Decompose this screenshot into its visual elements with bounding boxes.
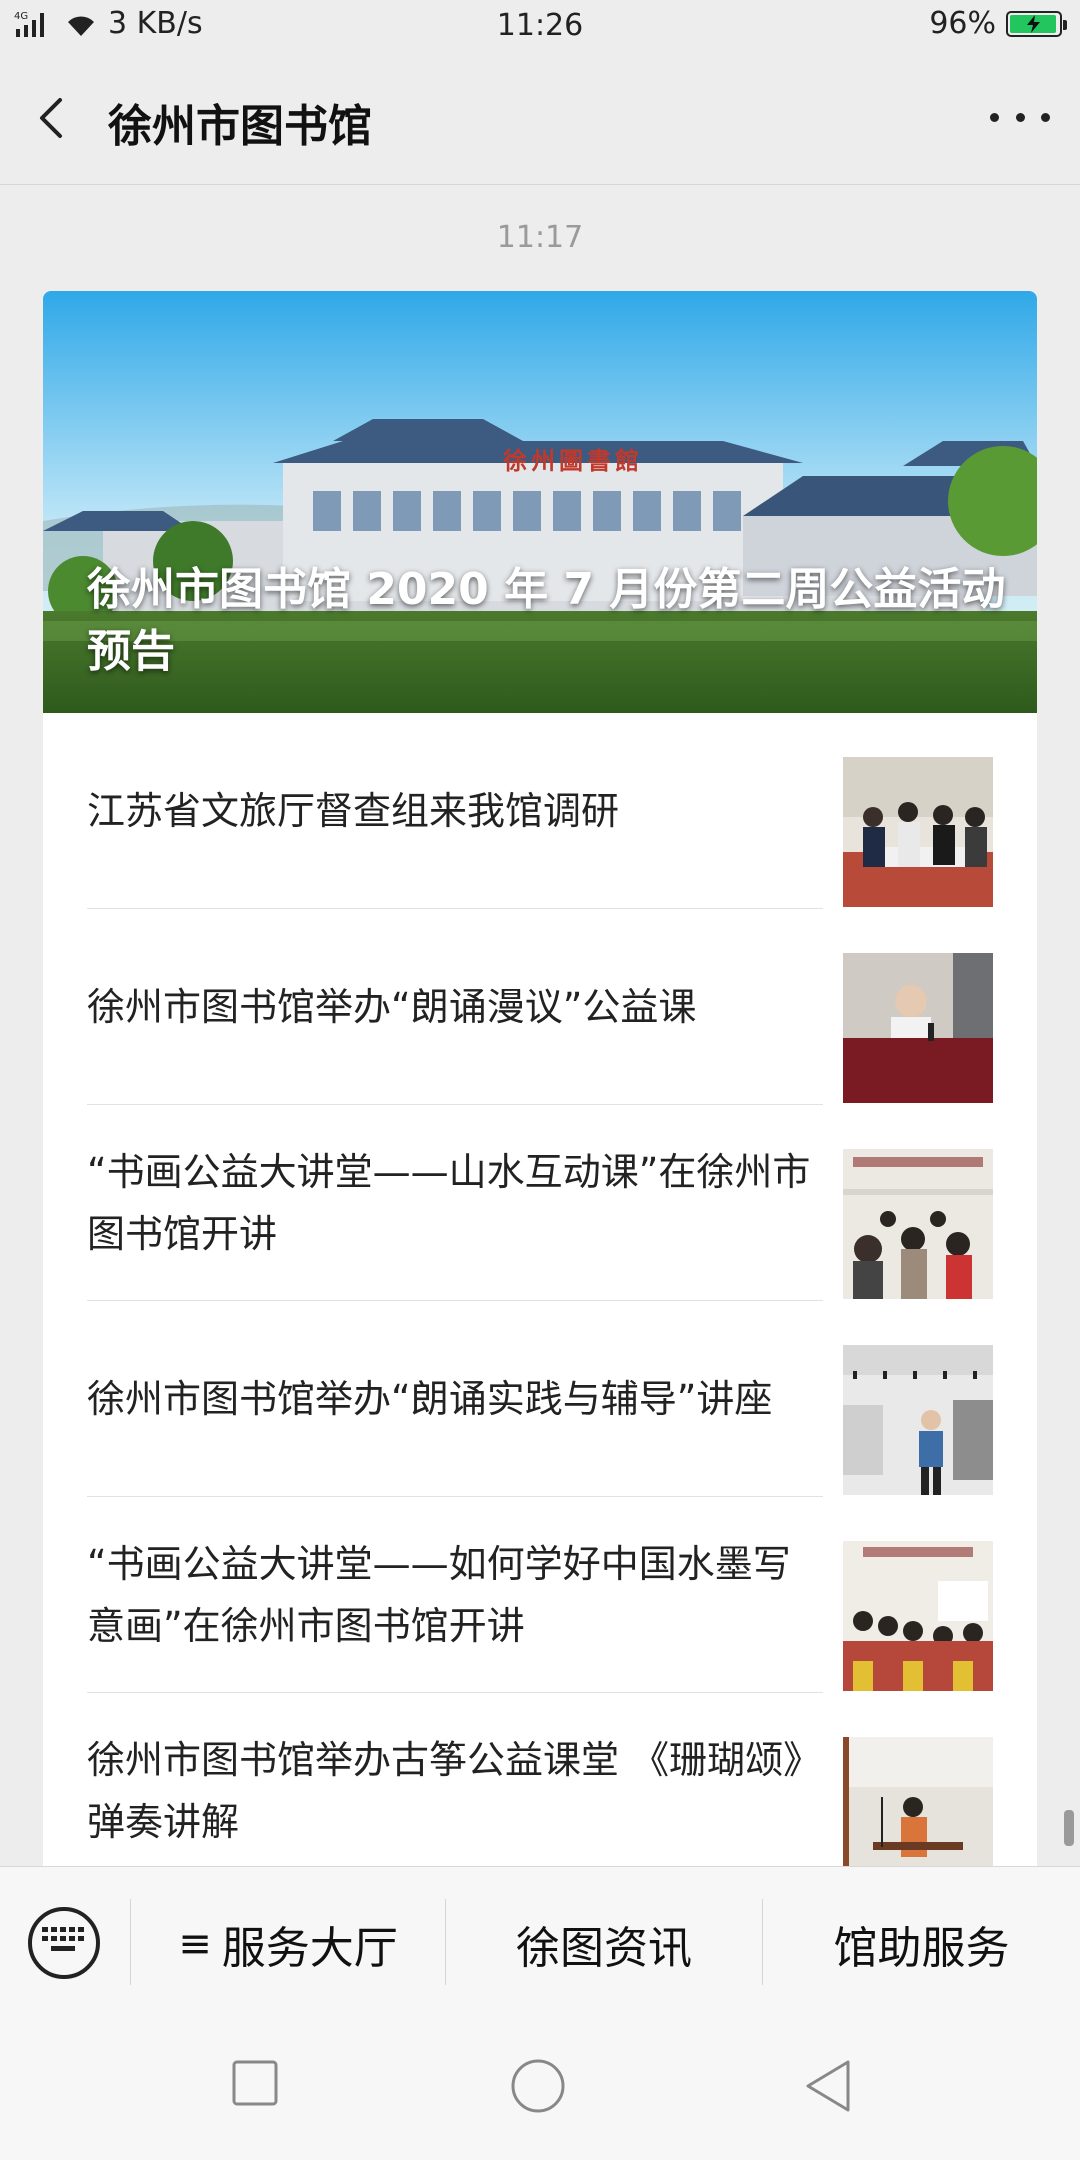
article-title: 徐州市图书馆举办“朗诵实践与辅导”讲座: [87, 1377, 773, 1421]
article-title: “书画公益大讲堂——如何学好中国水墨写意画”在徐州市图书馆开讲: [87, 1542, 791, 1648]
more-options-button[interactable]: [990, 102, 1050, 132]
nav-bar: 徐州市图书馆: [0, 56, 1080, 185]
menu-service-hall[interactable]: ≡ 服务大厅: [131, 1867, 445, 2021]
system-navigation-bar: [0, 2020, 1080, 2160]
battery-icon: [1006, 10, 1067, 37]
battery-level: [1010, 14, 1057, 33]
square-icon: [232, 2060, 278, 2106]
page-title: 徐州市图书馆: [108, 101, 372, 152]
article-list: 江苏省文旅厅督查组来我馆调研 徐州市图书馆举办“朗诵漫议”公益课 “书画公益大讲…: [43, 713, 1037, 1866]
more-dot-icon: [1015, 112, 1025, 122]
article-title: 徐州市图书馆举办“朗诵漫议”公益课: [87, 985, 697, 1029]
menu-label: 徐图资讯: [516, 1923, 692, 1974]
keyboard-icon: [42, 1927, 84, 1951]
article-thumbnail: [843, 1345, 993, 1495]
status-bar: 4G 3 KB/s 11:26 96%: [0, 0, 1080, 56]
article-card: 徐州圖書館 徐州市图书馆 2020 年 7 月份第二周公益活动预告 江苏省文旅厅…: [43, 291, 1037, 1866]
menu-news[interactable]: 徐图资讯: [446, 1867, 762, 2021]
article-thumbnail: [843, 1737, 993, 1866]
list-item[interactable]: 徐州市图书馆举办“朗诵漫议”公益课: [43, 909, 1037, 1105]
article-thumbnail: [843, 1541, 993, 1691]
triangle-back-icon: [806, 2060, 850, 2112]
article-thumbnail: [843, 1149, 993, 1299]
battery-percent: 96%: [929, 6, 996, 41]
menu-list-icon: ≡: [178, 1921, 212, 1967]
scroll-indicator[interactable]: [1064, 1810, 1074, 1846]
menu-library-services[interactable]: 馆助服务: [763, 1867, 1080, 2021]
hero-building-sign: 徐州圖書館: [503, 446, 643, 475]
recent-apps-button[interactable]: [230, 2058, 280, 2112]
status-time: 11:26: [496, 8, 584, 43]
article-thumbnail: [843, 953, 993, 1103]
chevron-left-icon: [40, 98, 62, 138]
list-item[interactable]: “书画公益大讲堂——如何学好中国水墨写意画”在徐州市图书馆开讲: [43, 1497, 1037, 1693]
hero-article[interactable]: 徐州圖書館 徐州市图书馆 2020 年 7 月份第二周公益活动预告: [43, 291, 1037, 713]
more-dot-icon: [990, 112, 999, 122]
article-thumbnail: [843, 757, 993, 907]
message-timestamp: 11:17: [496, 220, 584, 255]
list-item[interactable]: 徐州市图书馆举办古筝公益课堂 《珊瑚颂》弹奏讲解: [43, 1693, 1037, 1866]
article-title: 江苏省文旅厅督查组来我馆调研: [87, 789, 620, 833]
back-nav-button[interactable]: [800, 2058, 856, 2118]
home-button[interactable]: [510, 2058, 566, 2118]
keyboard-toggle-button[interactable]: [28, 1907, 100, 1979]
list-item[interactable]: “书画公益大讲堂——山水互动课”在徐州市图书馆开讲: [43, 1105, 1037, 1301]
list-item[interactable]: 江苏省文旅厅督查组来我馆调研: [43, 713, 1037, 909]
bottom-menu: ≡ 服务大厅 徐图资讯 馆助服务: [0, 1866, 1080, 2021]
menu-label: 馆助服务: [833, 1923, 1010, 1974]
article-title: 徐州市图书馆举办古筝公益课堂 《珊瑚颂》弹奏讲解: [87, 1738, 803, 1844]
more-dot-icon: [1041, 112, 1050, 122]
article-title: “书画公益大讲堂——山水互动课”在徐州市图书馆开讲: [87, 1150, 811, 1256]
hero-title: 徐州市图书馆 2020 年 7 月份第二周公益活动预告: [87, 564, 1006, 677]
circle-icon: [511, 2059, 565, 2113]
menu-label: 服务大厅: [221, 1923, 398, 1974]
status-right: 96%: [929, 6, 1067, 41]
list-item[interactable]: 徐州市图书馆举办“朗诵实践与辅导”讲座: [43, 1301, 1037, 1497]
back-button[interactable]: [30, 94, 78, 142]
